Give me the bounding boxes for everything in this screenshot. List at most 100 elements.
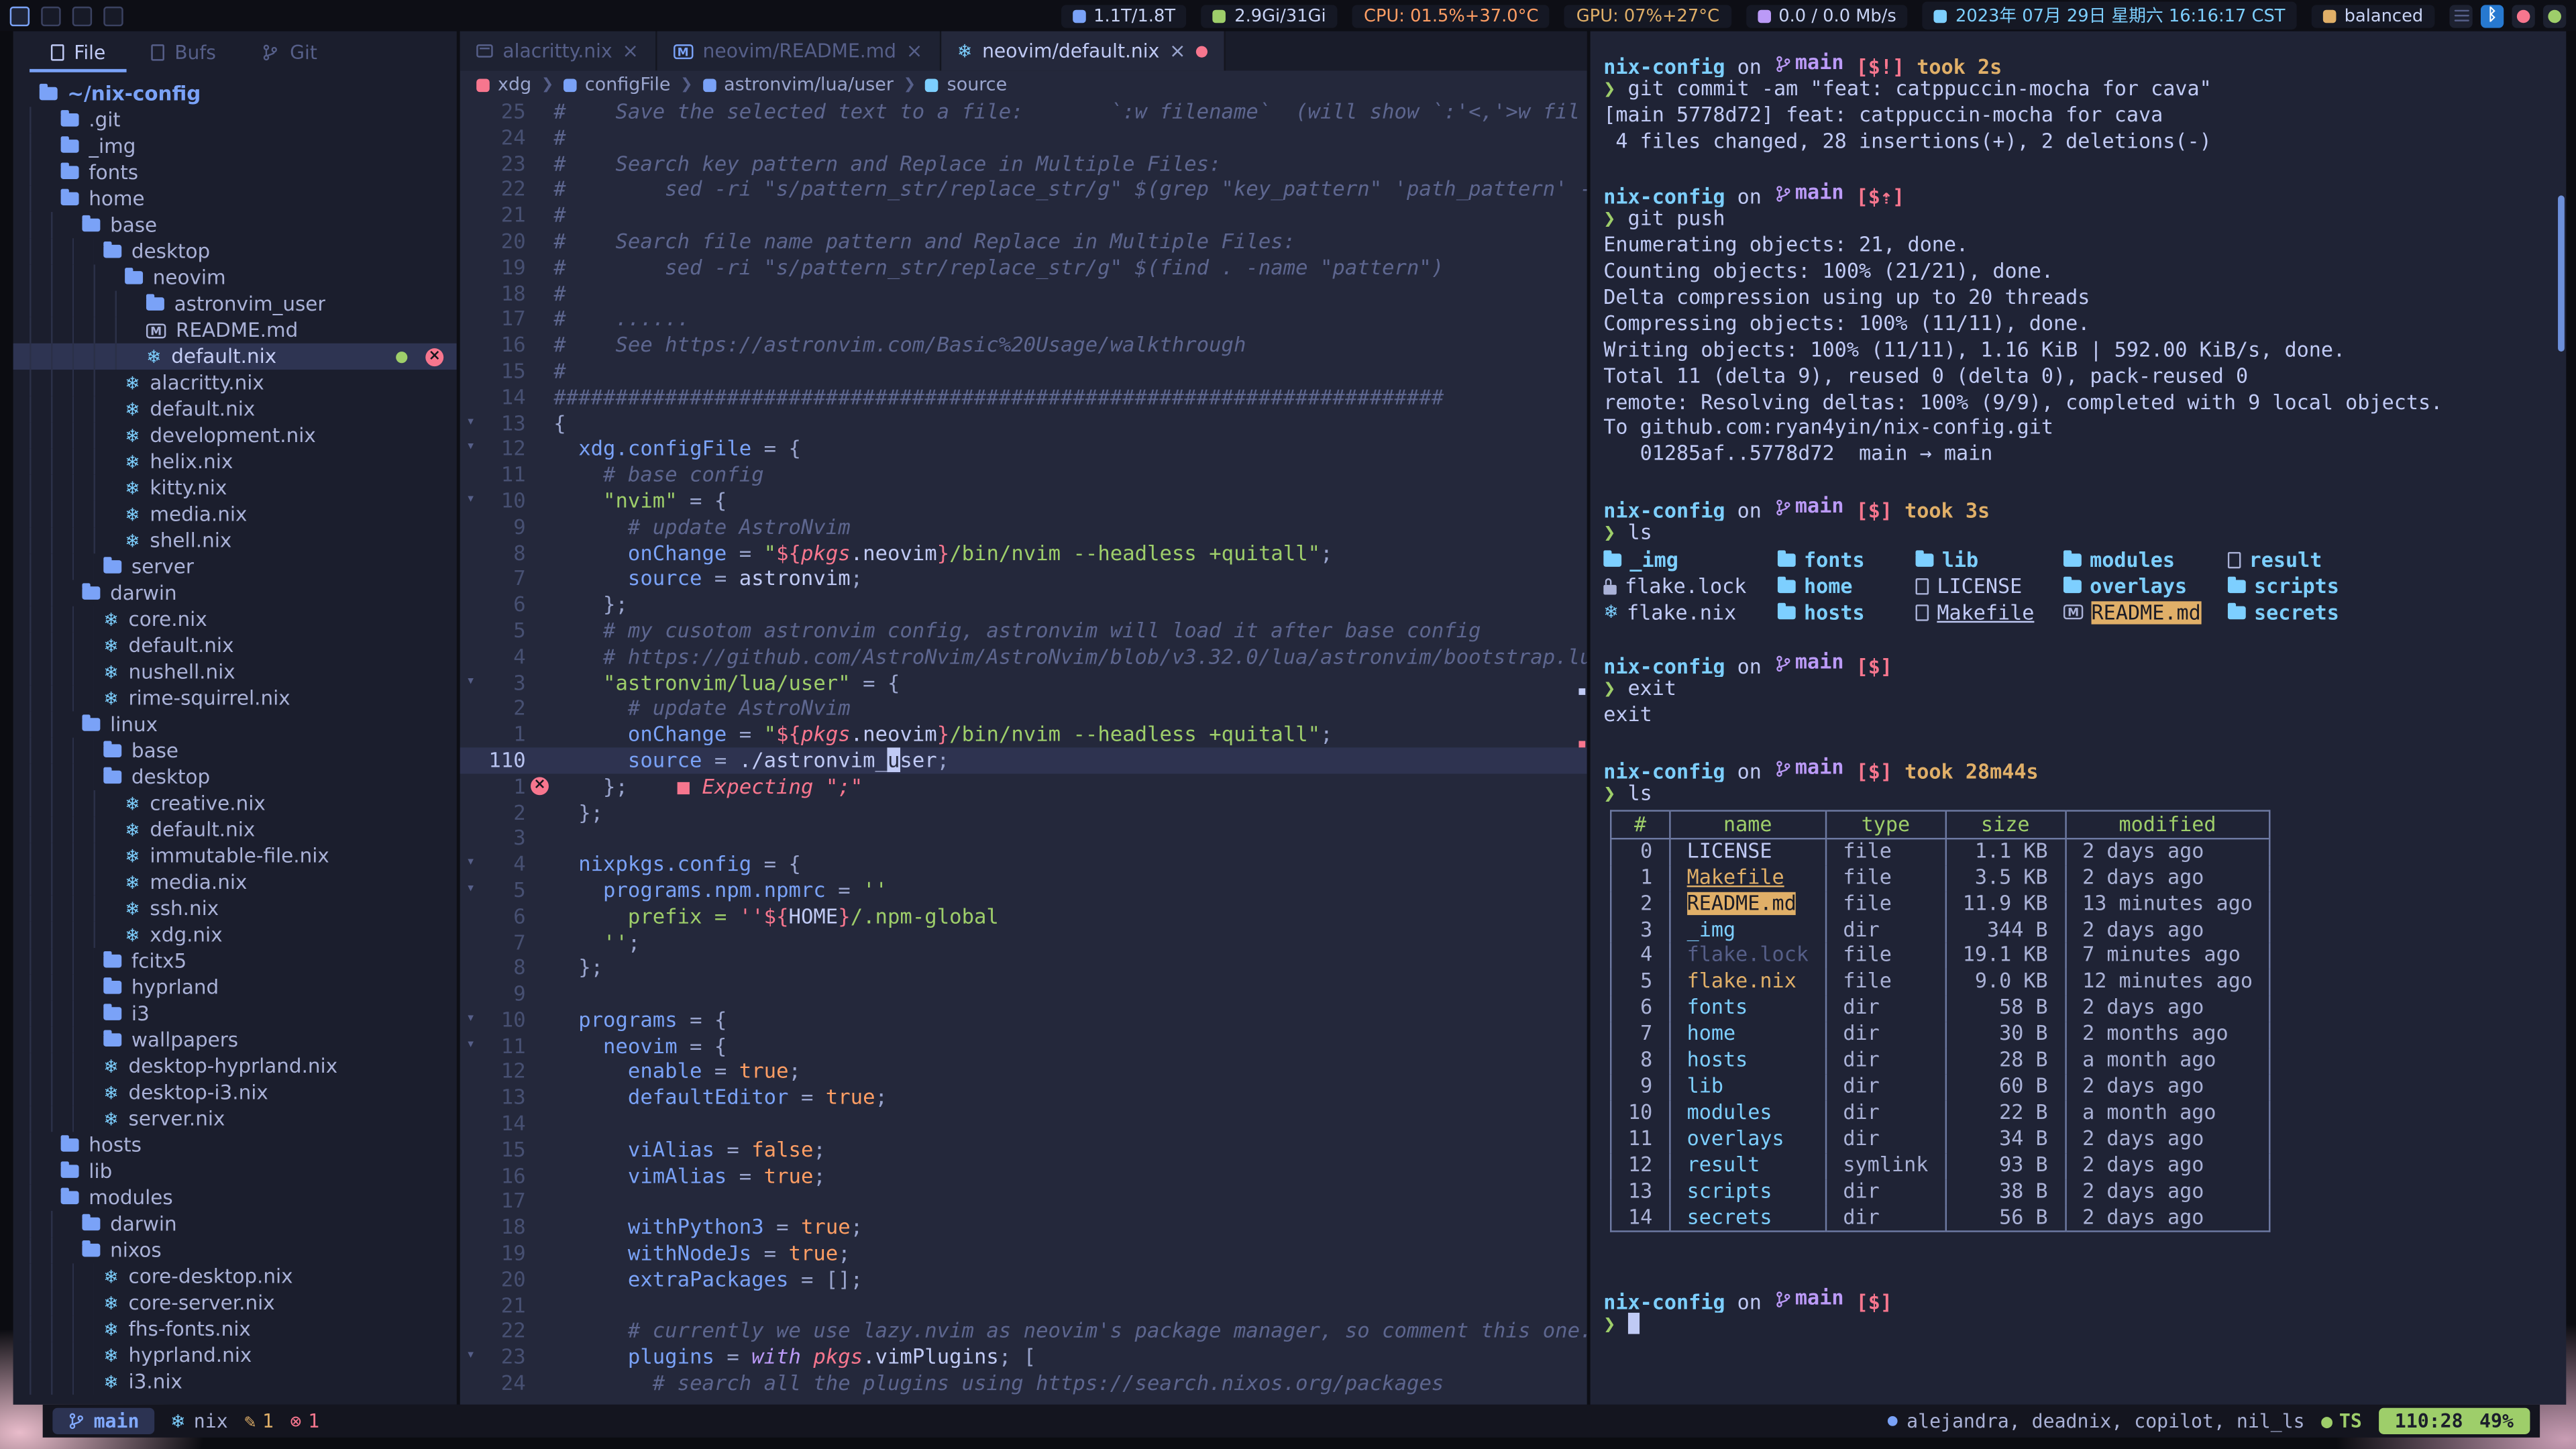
code-line[interactable]: 9 # update AstroNvim (460, 514, 1587, 540)
code-line[interactable]: 25# Save the selected text to a file: `:… (460, 99, 1587, 125)
code-line[interactable]: ▾23 plugins = with pkgs.vimPlugins; [ (460, 1344, 1587, 1371)
tree-item[interactable]: ❄hyprland.nix (13, 1342, 457, 1368)
code-area[interactable]: 25# Save the selected text to a file: `:… (460, 99, 1587, 1396)
tree-item[interactable]: nixos (13, 1237, 457, 1263)
code-line[interactable]: 7 ''; (460, 929, 1587, 955)
code-line[interactable]: 9 (460, 981, 1587, 1007)
code-line[interactable]: 6 }; (460, 592, 1587, 618)
fold-chevron-icon[interactable]: ▾ (460, 1344, 482, 1371)
code-line[interactable]: 24# (460, 125, 1587, 151)
code-line[interactable]: 16 vimAlias = true; (460, 1163, 1587, 1189)
code-line[interactable]: 6 prefix = ''${HOME}/.npm-global (460, 903, 1587, 929)
tree-item[interactable]: linux (13, 711, 457, 737)
tree-item[interactable]: ❄fhs-fonts.nix (13, 1316, 457, 1342)
error-count[interactable]: ⊗ 1 (290, 1409, 319, 1432)
tree-item[interactable]: ❄desktop-hyprland.nix (13, 1053, 457, 1079)
tree-item[interactable]: hyprland (13, 974, 457, 1000)
fold-chevron-icon[interactable]: ▾ (460, 488, 482, 514)
workspace-button[interactable] (10, 6, 30, 25)
file-tree[interactable]: ~/nix-config.git_imgfontshomebasedesktop… (13, 74, 457, 1395)
code-line[interactable]: 14######################################… (460, 384, 1587, 410)
code-line[interactable]: ▾5 programs.npm.npmrc = '' (460, 877, 1587, 904)
power-tray-icon[interactable] (2512, 4, 2534, 27)
code-line[interactable]: 3 (460, 825, 1587, 851)
tree-item[interactable]: ❄server.nix (13, 1106, 457, 1132)
warning-count[interactable]: ✎ 1 (244, 1409, 274, 1432)
code-line[interactable]: 22 # currently we use lazy.nvim as neovi… (460, 1318, 1587, 1344)
sidebar-tab-bufs[interactable]: Bufs (130, 36, 237, 72)
tree-item[interactable]: ❄xdg.nix (13, 922, 457, 948)
breadcrumb-item[interactable]: configFile (564, 74, 670, 95)
workspace-button[interactable] (103, 6, 123, 25)
tree-item[interactable]: base (13, 212, 457, 238)
code-line[interactable]: 2 }; (460, 799, 1587, 825)
tree-item[interactable]: ❄creative.nix (13, 790, 457, 816)
code-line[interactable]: ▾11 neovim = { (460, 1033, 1587, 1059)
breadcrumb-item[interactable]: astronvim/lua/user (702, 74, 894, 95)
code-line[interactable]: 16# See https://astronvim.com/Basic%20Us… (460, 332, 1587, 358)
code-line[interactable]: 21# (460, 203, 1587, 229)
code-line[interactable]: 15 viAlias = false; (460, 1136, 1587, 1163)
editor-scrollbar[interactable] (1577, 103, 1587, 1405)
tree-item[interactable]: ❄default.nix (13, 396, 457, 422)
code-line[interactable]: 4 # https://github.com/AstroNvim/AstroNv… (460, 643, 1587, 669)
tree-item[interactable]: i3 (13, 1000, 457, 1026)
code-line[interactable]: 24 # search all the plugins using https:… (460, 1371, 1587, 1397)
fold-chevron-icon[interactable]: ▾ (460, 669, 482, 696)
code-line[interactable]: 18 withPython3 = true; (460, 1214, 1587, 1240)
code-line[interactable]: 12 enable = true; (460, 1059, 1587, 1085)
code-line[interactable]: 11 # base config (460, 462, 1587, 488)
code-line[interactable]: 8 onChange = "${pkgs.neovim}/bin/nvim --… (460, 540, 1587, 566)
close-icon[interactable]: × (622, 40, 639, 62)
breadcrumb-item[interactable]: source (926, 74, 1007, 95)
tree-item[interactable]: desktop (13, 764, 457, 790)
tree-item[interactable]: ❄ssh.nix (13, 896, 457, 922)
tree-item[interactable]: ❄shell.nix (13, 527, 457, 553)
close-icon[interactable]: × (906, 40, 923, 62)
tree-item[interactable]: ❄development.nix (13, 422, 457, 448)
code-line[interactable]: ▾3 "astronvim/lua/user" = { (460, 669, 1587, 696)
status-tray-icon[interactable] (2543, 4, 2566, 27)
code-line[interactable]: ▾13{ (460, 410, 1587, 436)
code-line[interactable]: 18# (460, 280, 1587, 307)
tree-item[interactable]: ❄media.nix (13, 501, 457, 527)
code-line[interactable]: 22# sed -ri "s/pattern_str/replace_str/g… (460, 176, 1587, 203)
fold-chevron-icon[interactable]: ▾ (460, 851, 482, 877)
tree-item[interactable]: base (13, 738, 457, 764)
tree-item[interactable]: darwin (13, 1211, 457, 1237)
tree-item[interactable]: ❄core-desktop.nix (13, 1263, 457, 1289)
code-line[interactable]: 21 (460, 1293, 1587, 1319)
code-line[interactable]: 8 }; (460, 955, 1587, 981)
tree-item[interactable]: neovim (13, 264, 457, 290)
tree-item[interactable]: ❄default.nix (13, 633, 457, 659)
code-line[interactable]: 19# sed -ri "s/pattern_str/replace_str/g… (460, 254, 1587, 280)
tree-item[interactable]: _img (13, 133, 457, 159)
tree-item[interactable]: ❄core-server.nix (13, 1289, 457, 1316)
tree-item[interactable]: ❄nushell.nix (13, 659, 457, 685)
tree-item[interactable]: ❄helix.nix (13, 449, 457, 475)
fold-chevron-icon[interactable]: ▾ (460, 1007, 482, 1033)
code-line[interactable]: 20# Search file name pattern and Replace… (460, 228, 1587, 254)
tree-item[interactable]: server (13, 553, 457, 580)
tree-item[interactable]: ❄alacritty.nix (13, 370, 457, 396)
tree-item[interactable]: ❄immutable-file.nix (13, 843, 457, 869)
code-line[interactable]: 1 onChange = "${pkgs.neovim}/bin/nvim --… (460, 721, 1587, 747)
code-line[interactable]: 2 # update AstroNvim (460, 696, 1587, 722)
git-branch-indicator[interactable]: main (52, 1408, 154, 1434)
workspace-button[interactable] (41, 6, 60, 25)
code-line[interactable]: 20 extraPackages = []; (460, 1267, 1587, 1293)
tree-item[interactable]: ❄i3.nix (13, 1368, 457, 1395)
tree-item[interactable]: MREADME.md (13, 317, 457, 343)
bluetooth-tray-icon[interactable]: ᛒ (2481, 4, 2504, 27)
tree-item[interactable]: darwin (13, 580, 457, 606)
code-line[interactable]: ▾10 "nvim" = { (460, 488, 1587, 514)
code-line[interactable]: ▾4 nixpkgs.config = { (460, 851, 1587, 877)
editor-tab[interactable]: Mneovim/README.md× (657, 32, 941, 71)
tree-item[interactable]: astronvim_user (13, 290, 457, 317)
editor-tab[interactable]: ❄neovim/default.nix× (941, 32, 1225, 71)
tree-item[interactable]: fonts (13, 160, 457, 186)
tree-item[interactable]: ~/nix-config (13, 80, 457, 107)
code-line[interactable]: 19 withNodeJs = true; (460, 1240, 1587, 1267)
code-line[interactable]: 23# Search key pattern and Replace in Mu… (460, 150, 1587, 176)
tree-item[interactable]: ❄media.nix (13, 869, 457, 896)
